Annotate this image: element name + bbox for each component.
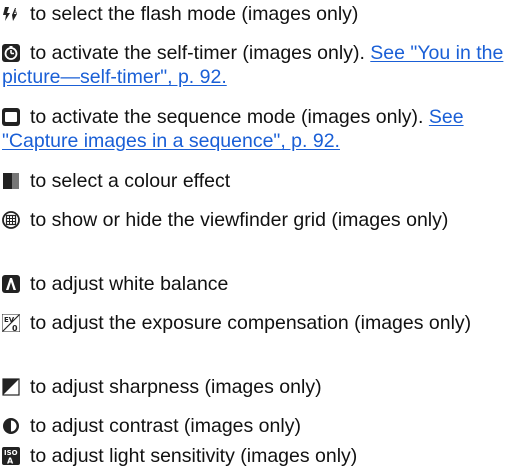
white-balance-icon [2, 275, 20, 293]
flash-mode-icon: A [2, 5, 20, 23]
self-timer-text: to activate the self-timer (images only)… [30, 42, 365, 64]
sequence-mode-icon [2, 108, 20, 126]
white-balance-item: to adjust white balance [2, 272, 507, 296]
self-timer-item: to activate the self-timer (images only)… [2, 41, 507, 89]
sharpness-item: to adjust sharpness (images only) [2, 375, 507, 399]
svg-text:EV: EV [4, 316, 15, 324]
sequence-mode-text: to activate the sequence mode (images on… [30, 106, 424, 128]
exposure-compensation-item: EV 0 to adjust the exposure compensation… [2, 311, 507, 335]
viewfinder-grid-text: to show or hide the viewfinder grid (ima… [30, 209, 449, 231]
colour-effect-icon [2, 172, 20, 190]
self-timer-icon [2, 44, 20, 62]
sharpness-text: to adjust sharpness (images only) [30, 376, 322, 398]
viewfinder-grid-item: to show or hide the viewfinder grid (ima… [2, 208, 507, 232]
white-balance-text: to adjust white balance [30, 273, 229, 295]
sequence-mode-item: to activate the sequence mode (images on… [2, 105, 507, 153]
colour-effect-text: to select a colour effect [30, 170, 231, 192]
exposure-compensation-text: to adjust the exposure compensation (ima… [30, 312, 472, 334]
light-sensitivity-icon: ISO A [2, 447, 20, 465]
sharpness-icon [2, 378, 20, 396]
svg-text:0: 0 [12, 324, 18, 332]
flash-mode-item: A to select the flash mode (images only) [2, 2, 507, 26]
light-sensitivity-text: to adjust light sensitivity (images only… [30, 445, 358, 467]
light-sensitivity-item: ISO A to adjust light sensitivity (image… [2, 444, 507, 468]
contrast-icon [2, 417, 20, 435]
exposure-compensation-icon: EV 0 [2, 314, 20, 332]
colour-effect-item: to select a colour effect [2, 169, 507, 193]
contrast-item: to adjust contrast (images only) [2, 414, 507, 438]
viewfinder-grid-icon [2, 211, 20, 229]
contrast-text: to adjust contrast (images only) [30, 415, 301, 437]
flash-mode-text: to select the flash mode (images only) [30, 3, 359, 25]
svg-text:A: A [7, 457, 14, 466]
